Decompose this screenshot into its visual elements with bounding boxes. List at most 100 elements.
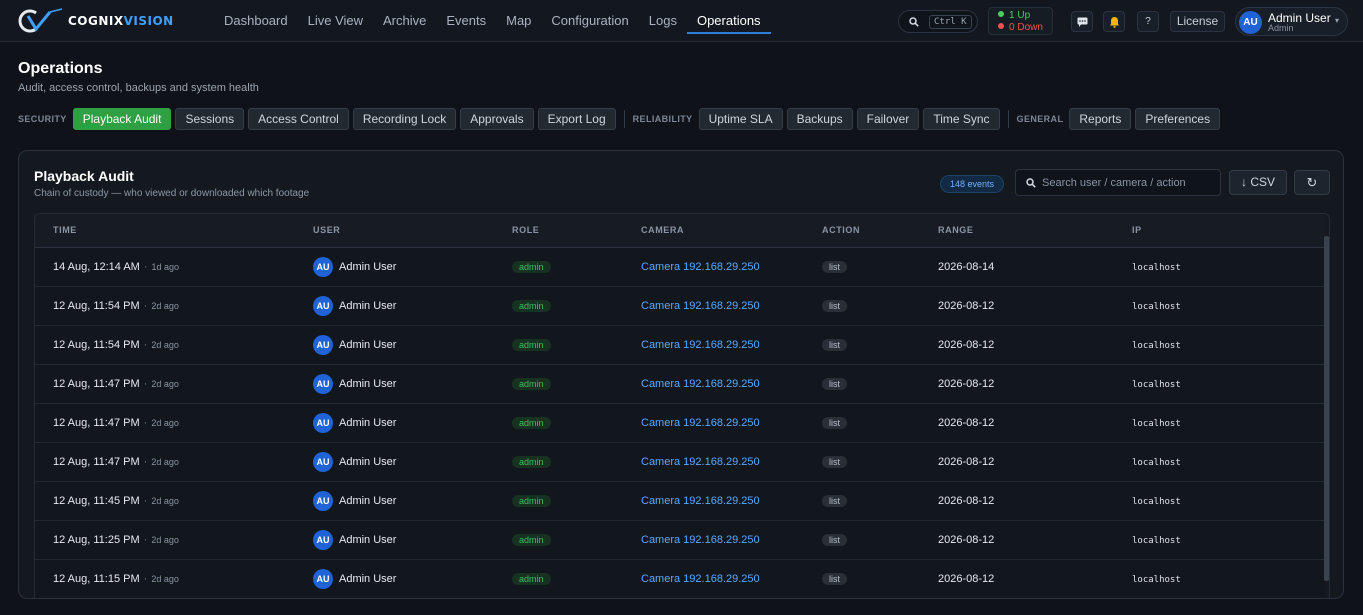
up-dot-icon	[998, 11, 1004, 17]
notifications-button[interactable]	[1103, 11, 1125, 32]
avatar: AU	[313, 529, 333, 550]
camera-link[interactable]: Camera 192.168.29.250	[641, 495, 760, 507]
nav-events[interactable]: Events	[436, 0, 496, 42]
search-icon	[909, 16, 919, 27]
action-cell: list	[822, 520, 938, 560]
table-row[interactable]: 12 Aug, 11:47 PM · 2d ago AU Admin User admin…	[35, 403, 1325, 443]
page-title: Operations	[18, 60, 103, 77]
role-badge: admin	[512, 338, 551, 351]
column-header-action[interactable]: ACTION	[822, 214, 938, 248]
action-badge: list	[822, 260, 847, 273]
event-time: 14 Aug, 12:14 AM	[53, 260, 140, 273]
camera-link[interactable]: Camera 192.168.29.250	[641, 534, 760, 546]
range-cell: 2026-08-12	[938, 286, 1132, 326]
tab-time-sync[interactable]: Time Sync	[923, 108, 1000, 130]
role-cell: admin	[512, 325, 641, 365]
user-menu[interactable]: AU Admin User Admin ▾	[1235, 7, 1348, 36]
column-header-time[interactable]: TIME	[35, 214, 313, 248]
tab-backups[interactable]: Backups	[786, 108, 853, 130]
nav-configuration[interactable]: Configuration	[541, 0, 638, 42]
page-subtitle: Audit, access control, backups and syste…	[18, 82, 259, 94]
table-row[interactable]: 12 Aug, 11:47 PM · 2d ago AU Admin User admin…	[35, 364, 1325, 404]
ip-address: localhost	[1132, 535, 1181, 546]
messages-button[interactable]	[1071, 11, 1093, 32]
event-time: 12 Aug, 11:25 PM	[53, 533, 140, 546]
camera-link[interactable]: Camera 192.168.29.250	[641, 339, 760, 351]
table-row[interactable]: 14 Aug, 12:14 AM · 1d ago AU Admin User admin…	[35, 247, 1325, 287]
ip-address: localhost	[1132, 262, 1181, 273]
refresh-button[interactable]: ↻	[1294, 170, 1330, 195]
audit-search-field	[1015, 169, 1221, 196]
camera-link[interactable]: Camera 192.168.29.250	[641, 300, 760, 312]
user-cell: AU Admin User	[313, 442, 512, 482]
down-dot-icon	[998, 23, 1004, 29]
camera-link[interactable]: Camera 192.168.29.250	[641, 456, 760, 468]
ip-address: localhost	[1132, 301, 1181, 312]
nav-operations[interactable]: Operations	[686, 0, 771, 42]
table-row[interactable]: 12 Aug, 11:47 PM · 2d ago AU Admin User admin…	[35, 442, 1325, 482]
ip-cell: localhost	[1132, 403, 1325, 443]
camera-link[interactable]: Camera 192.168.29.250	[641, 417, 760, 429]
column-header-ip[interactable]: IP	[1132, 214, 1325, 248]
table-row[interactable]: 12 Aug, 11:15 PM · 2d ago AU Admin User admin…	[35, 559, 1325, 598]
column-header-role[interactable]: ROLE	[512, 214, 641, 248]
operations-tabs: SECURITY Playback Audit Sessions Access …	[18, 108, 1224, 130]
role-badge: admin	[512, 494, 551, 507]
tab-export-log[interactable]: Export Log	[537, 108, 616, 130]
table-row[interactable]: 12 Aug, 11:25 PM · 2d ago AU Admin User admin…	[35, 520, 1325, 560]
tab-playback-audit[interactable]: Playback Audit	[72, 108, 172, 130]
camera-link[interactable]: Camera 192.168.29.250	[641, 573, 760, 585]
event-time: 12 Aug, 11:15 PM	[53, 572, 140, 585]
audit-search-input[interactable]	[1042, 176, 1212, 189]
camera-cell: Camera 192.168.29.250	[641, 442, 822, 482]
license-button[interactable]: License	[1170, 11, 1225, 32]
chat-icon	[1077, 17, 1087, 27]
tab-preferences[interactable]: Preferences	[1135, 108, 1221, 130]
system-status-widget[interactable]: 1 Up 0 Down	[988, 7, 1053, 35]
help-button[interactable]: ?	[1137, 11, 1159, 32]
table-scrollbar[interactable]	[1324, 236, 1329, 581]
nav-map[interactable]: Map	[496, 0, 541, 42]
event-time: 12 Aug, 11:47 PM	[53, 455, 140, 468]
top-navigation-bar: COGNIXVISION Dashboard Live View Archive…	[0, 0, 1363, 42]
global-search-button[interactable]: Ctrl K	[898, 10, 978, 33]
camera-link[interactable]: Camera 192.168.29.250	[641, 261, 760, 273]
nav-dashboard[interactable]: Dashboard	[214, 0, 298, 42]
tab-uptime-sla[interactable]: Uptime SLA	[698, 108, 783, 130]
user-name: Admin User	[339, 377, 397, 390]
tab-access-control[interactable]: Access Control	[248, 108, 349, 130]
tab-recording-lock[interactable]: Recording Lock	[352, 108, 457, 130]
table-row[interactable]: 12 Aug, 11:54 PM · 2d ago AU Admin User admin…	[35, 325, 1325, 365]
role-cell: admin	[512, 364, 641, 404]
tab-sessions[interactable]: Sessions	[175, 108, 245, 130]
relative-time: 2d ago	[151, 495, 179, 506]
role-cell: admin	[512, 286, 641, 326]
range-cell: 2026-08-12	[938, 481, 1132, 521]
time-cell: 12 Aug, 11:25 PM · 2d ago	[35, 520, 313, 560]
brand-logo[interactable]: COGNIXVISION	[14, 8, 174, 34]
nav-archive[interactable]: Archive	[373, 0, 436, 42]
tab-failover[interactable]: Failover	[856, 108, 920, 130]
tab-reports[interactable]: Reports	[1069, 108, 1132, 130]
time-cell: 12 Aug, 11:47 PM · 2d ago	[35, 403, 313, 443]
nav-logs[interactable]: Logs	[639, 0, 687, 42]
table-row[interactable]: 12 Aug, 11:45 PM · 2d ago AU Admin User admin…	[35, 481, 1325, 521]
camera-link[interactable]: Camera 192.168.29.250	[641, 378, 760, 390]
camera-cell: Camera 192.168.29.250	[641, 364, 822, 404]
role-cell: admin	[512, 442, 641, 482]
playback-audit-panel: Playback Audit Chain of custody — who vi…	[18, 150, 1344, 599]
role-badge: admin	[512, 377, 551, 390]
column-header-camera[interactable]: CAMERA	[641, 214, 822, 248]
ip-address: localhost	[1132, 418, 1181, 429]
tab-approvals[interactable]: Approvals	[460, 108, 534, 130]
range-cell: 2026-08-12	[938, 442, 1132, 482]
column-header-user[interactable]: USER	[313, 214, 512, 248]
tab-divider	[1007, 110, 1009, 128]
ip-address: localhost	[1132, 340, 1181, 351]
table-row[interactable]: 12 Aug, 11:54 PM · 2d ago AU Admin User admin…	[35, 286, 1325, 326]
export-csv-button[interactable]: ↓ CSV	[1229, 170, 1287, 195]
nav-live-view[interactable]: Live View	[298, 0, 373, 42]
ip-cell: localhost	[1132, 559, 1325, 598]
user-name: Admin User	[339, 299, 397, 312]
column-header-range[interactable]: RANGE	[938, 214, 1132, 248]
